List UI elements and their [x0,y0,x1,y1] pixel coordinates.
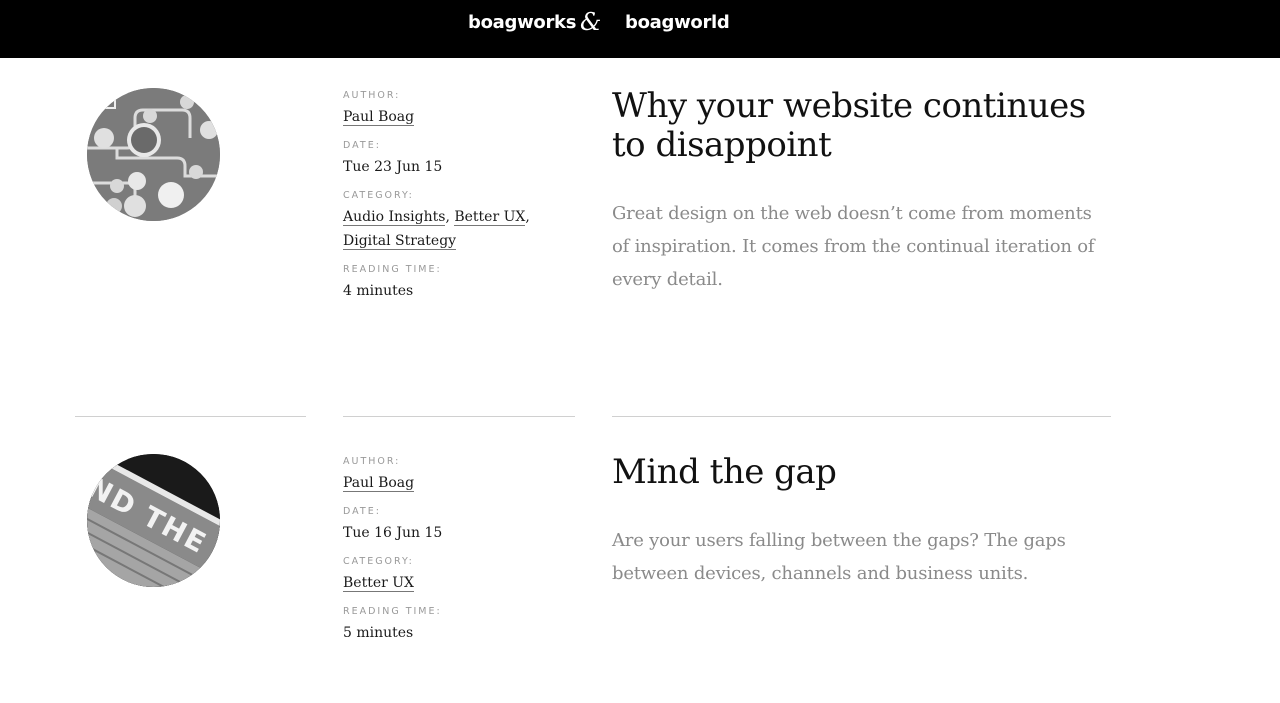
reading-time: 4 minutes [343,283,414,299]
post-date: Tue 16 Jun 15 [343,525,443,541]
post-meta: AUTHOR: Paul Boag DATE: Tue 23 Jun 15 CA… [343,90,575,314]
category-link[interactable]: Audio Insights [343,209,446,226]
post-meta: AUTHOR: Paul Boag DATE: Tue 16 Jun 15 CA… [343,456,575,656]
divider [612,416,1111,417]
category-list: Audio Insights, Better UX, Digital Strat… [343,209,530,250]
category-label: CATEGORY: [343,190,414,201]
ampersand-logo: & [580,8,602,36]
post-title[interactable]: Mind the gap [612,453,1112,492]
category-link[interactable]: Digital Strategy [343,233,457,250]
post-excerpt: Great design on the web doesn’t come fro… [612,203,1095,290]
author-label: AUTHOR: [343,456,401,467]
boagworld-logo[interactable]: boagworld [625,12,730,33]
post-date: Tue 23 Jun 15 [343,159,443,175]
divider [343,416,575,417]
post-thumbnail[interactable]: ND THE GA [87,454,220,587]
category-link[interactable]: Better UX [454,209,526,226]
author-link[interactable]: Paul Boag [343,109,415,126]
author-link[interactable]: Paul Boag [343,475,415,492]
timeline-illustration-icon [87,88,220,221]
category-label: CATEGORY: [343,556,414,567]
date-label: DATE: [343,506,381,517]
post-excerpt: Are your users falling between the gaps?… [612,530,1066,584]
boagworks-logo[interactable]: boagworks [468,12,576,33]
category-link[interactable]: Better UX [343,575,415,592]
category-list: Better UX [343,571,575,595]
date-label: DATE: [343,140,381,151]
reading-time-label: READING TIME: [343,264,442,275]
post-title[interactable]: Why your website continues to disappoint [612,87,1112,165]
post-content: Why your website continues to disappoint… [612,87,1112,296]
post-content: Mind the gap Are your users falling betw… [612,453,1112,590]
author-label: AUTHOR: [343,90,401,101]
reading-time-label: READING TIME: [343,606,442,617]
post-thumbnail[interactable] [87,88,220,221]
mind-the-gap-photo-icon: ND THE GA [87,454,220,587]
divider [75,416,306,417]
site-header: boagworks & boagworld [0,0,1280,58]
reading-time: 5 minutes [343,625,414,641]
